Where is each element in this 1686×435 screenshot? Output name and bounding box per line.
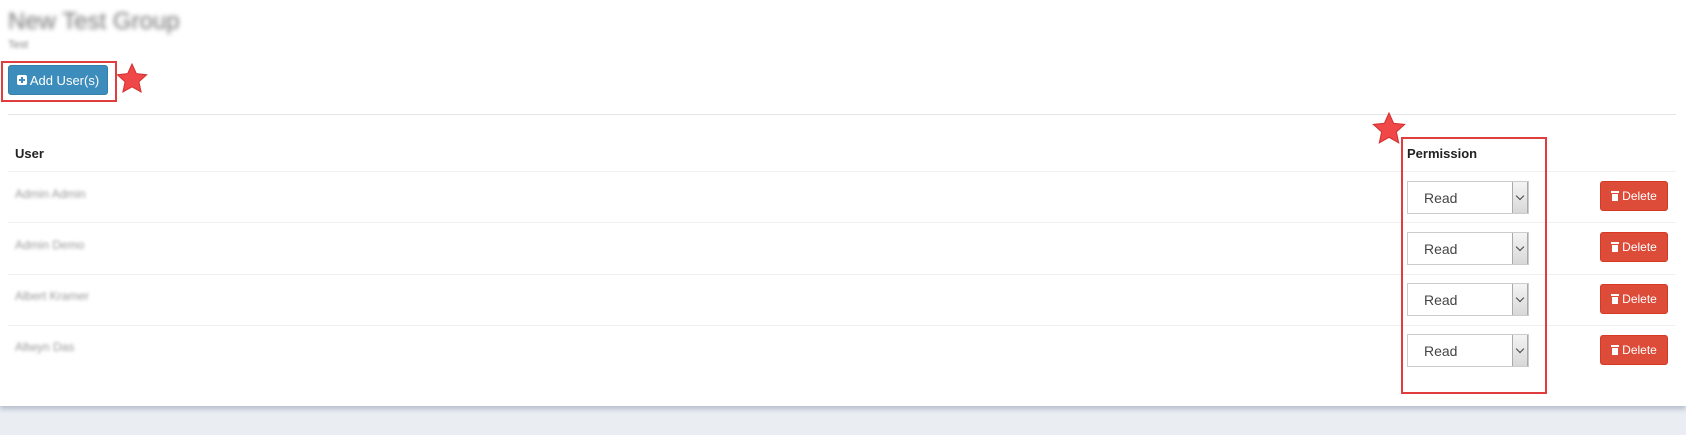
permission-select[interactable]: Read — [1407, 181, 1529, 214]
header-divider — [8, 114, 1676, 115]
delete-label: Delete — [1622, 240, 1657, 254]
trash-icon — [1611, 294, 1620, 304]
row-divider — [8, 222, 1676, 223]
column-header-user: User — [15, 146, 44, 161]
chevron-down-icon — [1515, 293, 1525, 303]
delete-button[interactable]: Delete — [1600, 232, 1668, 262]
select-arrow[interactable] — [1512, 335, 1528, 366]
delete-label: Delete — [1622, 343, 1657, 357]
delete-label: Delete — [1622, 189, 1657, 203]
user-name: Admin Admin — [15, 187, 86, 201]
add-users-button[interactable]: Add User(s) — [8, 65, 108, 95]
trash-icon — [1611, 345, 1620, 355]
permission-select-value: Read — [1424, 292, 1458, 308]
page-subtitle: Test — [8, 39, 29, 51]
star-icon — [116, 63, 148, 93]
permission-select-value: Read — [1424, 241, 1458, 257]
group-detail-panel: New Test Group Test Add User(s) User Per… — [0, 0, 1686, 406]
plus-square-icon — [16, 75, 27, 85]
chevron-down-icon — [1515, 191, 1525, 201]
permission-select-value: Read — [1424, 343, 1458, 359]
permission-select-value: Read — [1424, 190, 1458, 206]
table-header-divider — [8, 171, 1676, 172]
column-header-permission: Permission — [1407, 146, 1478, 161]
user-name: Admin Demo — [15, 238, 85, 252]
user-name: Allwyn Das — [15, 340, 75, 354]
add-users-label: Add User(s) — [29, 72, 100, 88]
delete-button[interactable]: Delete — [1600, 181, 1668, 211]
select-arrow[interactable] — [1512, 182, 1528, 213]
row-divider — [8, 274, 1676, 275]
permission-select[interactable]: Read — [1407, 334, 1529, 367]
star-icon — [1372, 112, 1406, 144]
delete-button[interactable]: Delete — [1600, 335, 1668, 365]
delete-label: Delete — [1622, 292, 1657, 306]
permission-select[interactable]: Read — [1407, 283, 1529, 316]
page-title: New Test Group — [8, 8, 180, 35]
select-arrow[interactable] — [1512, 233, 1528, 264]
chevron-down-icon — [1515, 344, 1525, 354]
row-divider — [8, 325, 1676, 326]
delete-button[interactable]: Delete — [1600, 284, 1668, 314]
trash-icon — [1611, 191, 1620, 201]
permission-select[interactable]: Read — [1407, 232, 1529, 265]
trash-icon — [1611, 242, 1620, 252]
user-name: Albert Kramer — [15, 289, 90, 303]
select-arrow[interactable] — [1512, 284, 1528, 315]
chevron-down-icon — [1515, 242, 1525, 252]
